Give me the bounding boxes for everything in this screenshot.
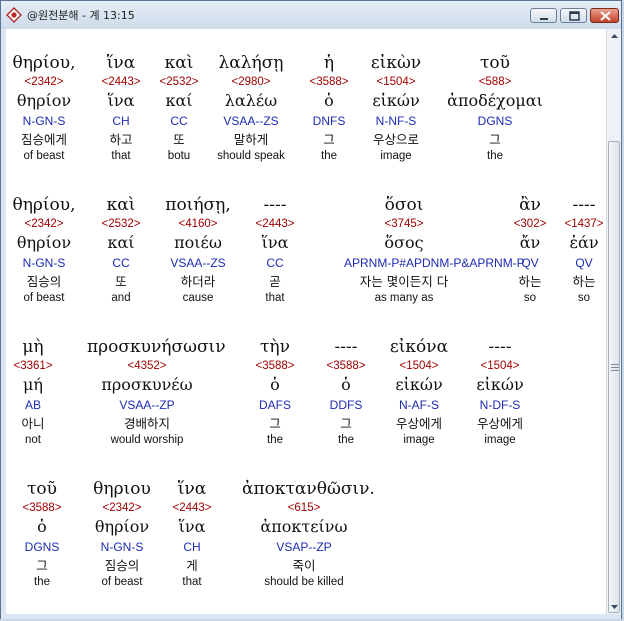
greek-word: προσκυνήσωσιν: [87, 337, 226, 357]
window-title: @원전분해 - 계 13:15: [27, 9, 135, 22]
korean-gloss: 게: [186, 558, 198, 573]
app-icon: [6, 7, 22, 23]
parsing-code: QV: [575, 256, 593, 270]
strong-number: <615>: [287, 502, 321, 514]
parsing-content: θηρίου, <2342> θηρίον N-GN-S 짐승에게 of bea…: [6, 29, 606, 614]
close-button[interactable]: [590, 8, 619, 23]
strong-number: <588>: [478, 76, 512, 88]
english-gloss: should be killed: [264, 576, 344, 588]
app-window: @원전분해 - 계 13:15 θηρίου, <2342> θηρίον N-…: [0, 0, 622, 619]
scroll-down-arrow-icon[interactable]: [607, 599, 622, 614]
lemma: ἵνα: [261, 233, 289, 252]
parsing-code: APRNM-P#APDNM-P&APRNM-P: [344, 256, 525, 270]
english-gloss: image: [484, 434, 516, 446]
lemma: προσκυνέω: [101, 375, 193, 394]
lemma: ἀποκτείνω: [260, 517, 348, 536]
korean-gloss: 경배하지: [123, 416, 170, 431]
minimize-icon: [540, 18, 548, 20]
greek-word: ----: [572, 195, 596, 215]
word-column: ἵνα <2443> ἵνα CH 게 that: [132, 478, 252, 590]
word-column: ---- <1504> εἰκών N-DF-S 우상에게 image: [440, 336, 560, 448]
english-gloss: so: [577, 292, 591, 304]
maximize-button[interactable]: [560, 8, 587, 23]
word-column: ὅσοι <3745> ὅσος APRNM-P#APDNM-P&APRNM-P…: [344, 194, 525, 306]
greek-word: μὴ: [22, 337, 44, 357]
strong-number: <2443>: [172, 502, 212, 514]
word-column: ἀποκτανθῶσιν. <615> ἀποκτείνω VSAP--ZP 죽…: [242, 478, 375, 590]
korean-gloss: 자는 몇이든지 다: [359, 274, 449, 289]
korean-gloss: 곧: [269, 274, 281, 289]
english-gloss: would worship: [110, 434, 184, 446]
lemma: εἰκών: [476, 375, 524, 394]
parsing-code: AB: [24, 398, 41, 412]
word-column: ---- <1437> ἐάν QV 하는 so: [524, 194, 606, 306]
minimize-button[interactable]: [530, 8, 557, 23]
strong-number: <1504>: [480, 360, 520, 372]
parsing-code: N-DF-S: [479, 398, 521, 412]
greek-word: τοῦ: [480, 53, 510, 73]
grip-icon: [611, 364, 619, 371]
parsing-code: CH: [183, 540, 201, 554]
korean-gloss: 죽이: [292, 558, 316, 573]
word-column: ---- <2443> ἵνα CC 곧 that: [215, 194, 335, 306]
window-frame-bottom: [1, 614, 621, 619]
vertical-scrollbar[interactable]: [606, 29, 621, 614]
korean-gloss: 우상에게: [476, 416, 523, 431]
korean-gloss: 아니: [21, 416, 45, 431]
word-column: μὴ <3361> μή AB 아니 not: [6, 336, 93, 448]
greek-word: ----: [488, 337, 512, 357]
strong-number: <4352>: [127, 360, 167, 372]
greek-word: ὅσοι: [384, 195, 424, 215]
word-column: τοῦ <588> ἀποδέχομαι DGNS 그 the: [435, 52, 555, 164]
lemma: ἐάν: [569, 233, 599, 252]
strong-number: <3745>: [384, 218, 424, 230]
close-icon: [600, 11, 611, 21]
strong-number: <1437>: [564, 218, 604, 230]
title-bar[interactable]: @원전분해 - 계 13:15: [1, 1, 621, 29]
lemma: ὅσος: [384, 233, 424, 252]
selection-highlight: [6, 29, 66, 46]
korean-gloss: 그: [489, 132, 501, 147]
korean-gloss: 하는: [572, 274, 596, 289]
lemma: ἀποδέχομαι: [447, 91, 543, 110]
word-column: προσκυνήσωσιν <4352> προσκυνέω VSAA--ZP …: [87, 336, 226, 448]
strong-number: <3361>: [13, 360, 53, 372]
lemma: μή: [23, 375, 43, 394]
english-gloss: that: [265, 292, 285, 304]
parsing-code: CC: [266, 256, 284, 270]
lemma: ἵνα: [178, 517, 206, 536]
english-gloss: the: [487, 150, 503, 162]
greek-word: ἵνα: [177, 479, 207, 499]
english-gloss: that: [182, 576, 202, 588]
maximize-icon: [569, 11, 580, 21]
scroll-up-arrow-icon[interactable]: [607, 29, 622, 44]
strong-number: <2443>: [255, 218, 295, 230]
scrollbar-thumb[interactable]: [608, 141, 620, 613]
parsing-code: DGNS: [477, 114, 513, 128]
greek-word: ἀποκτανθῶσιν.: [242, 479, 375, 499]
parsing-code: VSAA--ZP: [119, 398, 175, 412]
english-gloss: as many as: [374, 292, 434, 304]
greek-word: ----: [263, 195, 287, 215]
english-gloss: not: [25, 434, 41, 446]
parsing-code: VSAP--ZP: [276, 540, 332, 554]
